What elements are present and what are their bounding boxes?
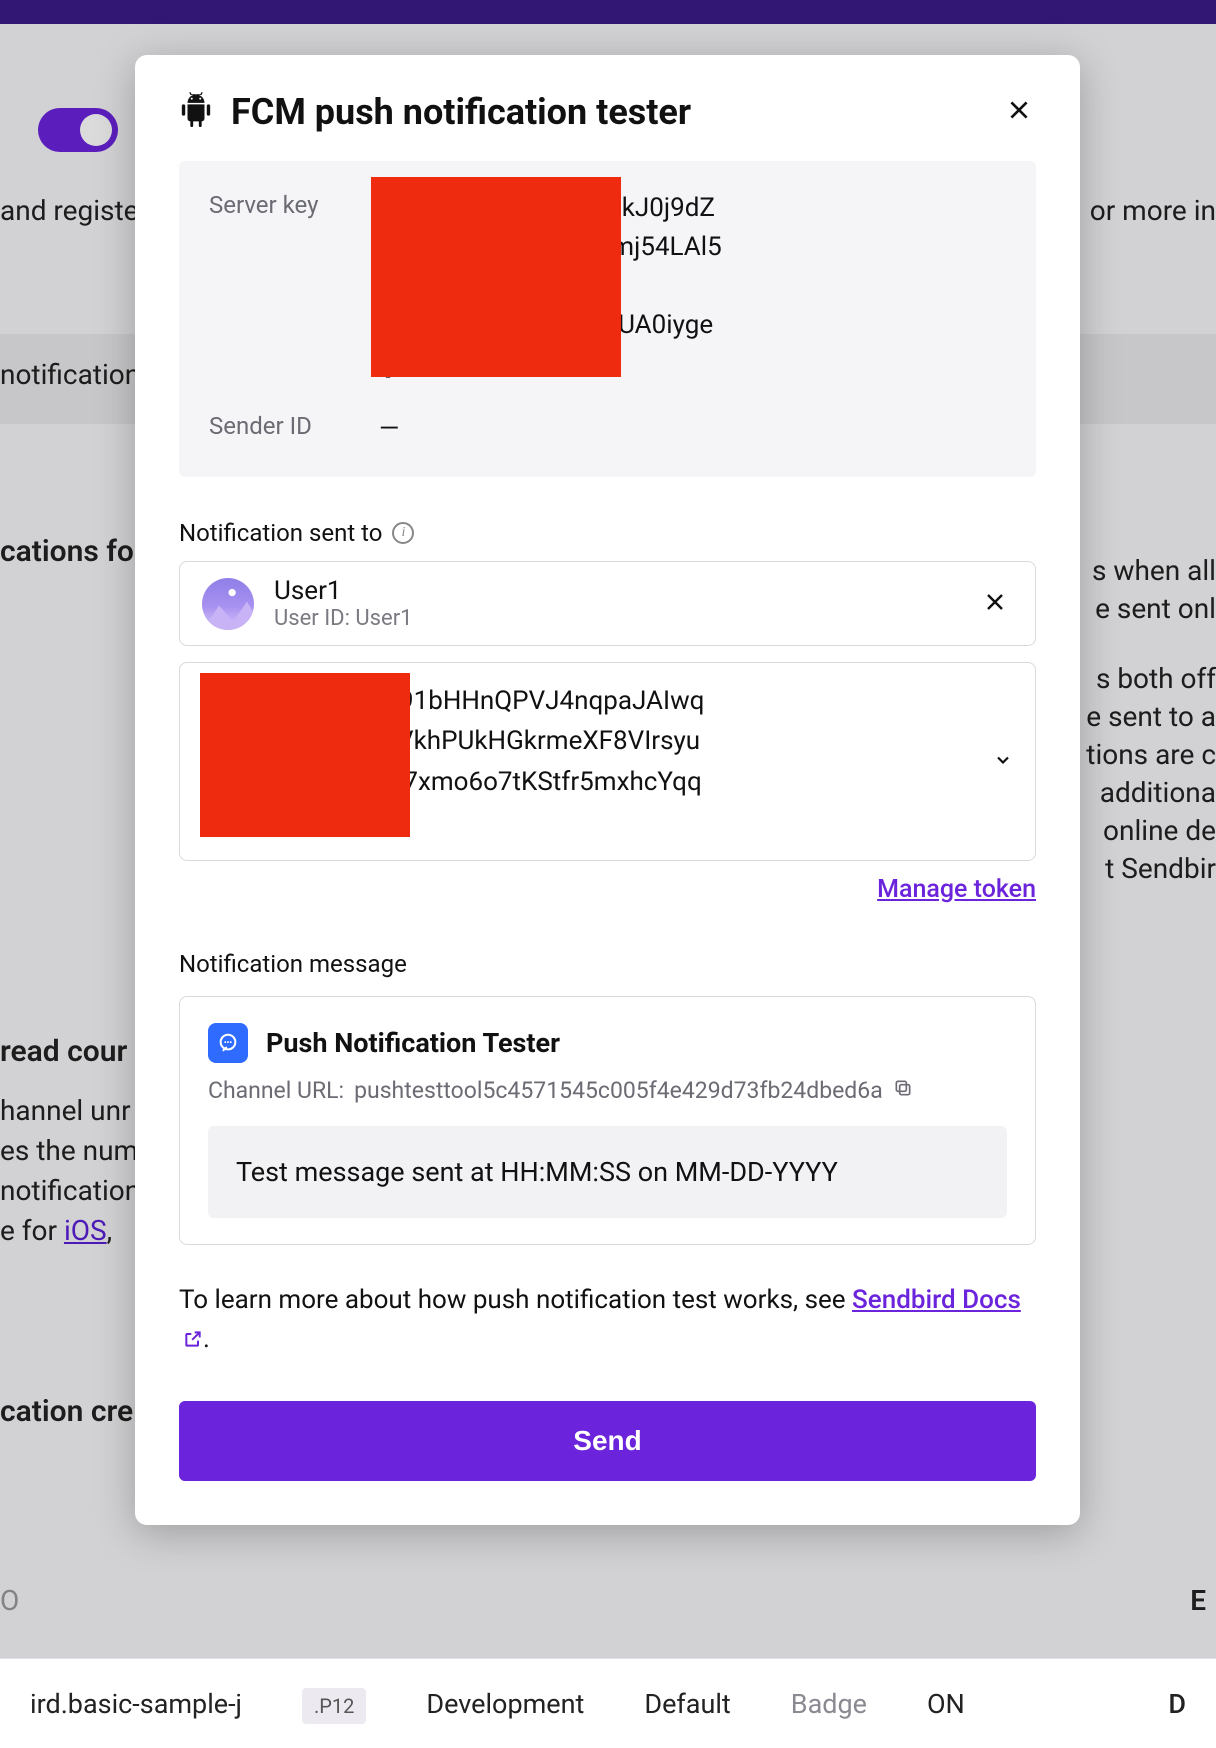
close-button[interactable] [1002, 93, 1036, 131]
redaction-block [200, 673, 410, 837]
user-name: User1 [274, 576, 413, 606]
row-tail-cell: D [1138, 1688, 1216, 1720]
modal-title-wrap: FCM push notification tester [179, 91, 691, 133]
chat-icon [208, 1023, 248, 1063]
modal-header: FCM push notification tester [179, 91, 1036, 133]
sent-to-label-text: Notification sent to [179, 519, 382, 547]
learn-more-prefix: To learn more about how push notificatio… [179, 1285, 852, 1315]
notification-message-card: Push Notification Tester Channel URL: pu… [179, 996, 1036, 1245]
chevron-down-icon [993, 750, 1013, 770]
app-name-cell: ird.basic-sample-j [0, 1688, 272, 1720]
android-icon [179, 91, 213, 133]
token-dropdown-toggle[interactable] [993, 750, 1013, 774]
learn-more-text: To learn more about how push notificatio… [179, 1281, 1036, 1361]
sent-to-label: Notification sent to i [179, 519, 1036, 547]
user-id-value: User1 [355, 606, 412, 631]
credentials-box: Server key 1bGdumVxF9BfQYeukJ0j9dZ q2Gp6… [179, 161, 1036, 477]
channel-url-value: pushtesttool5c4571545c005f4e429d73fb24db… [354, 1077, 883, 1104]
manage-token-wrap: Manage token [179, 875, 1036, 904]
user-id-prefix: User ID: [274, 606, 355, 631]
sender-id-value: — [379, 410, 399, 449]
sendbird-docs-link-text: Sendbird Docs [852, 1285, 1021, 1315]
sound-cell: Default [614, 1688, 760, 1720]
close-icon [983, 590, 1007, 614]
remove-user-button[interactable] [977, 584, 1013, 624]
message-card-title: Push Notification Tester [266, 1027, 560, 1059]
avatar [202, 578, 254, 630]
message-card-header: Push Notification Tester [208, 1023, 1007, 1063]
sender-id-label: Sender ID [209, 410, 349, 440]
badge-cell: Badge [761, 1688, 897, 1720]
channel-url-line: Channel URL: pushtesttool5c4571545c005f4… [208, 1077, 1007, 1104]
sender-id-row: Sender ID — [209, 410, 1006, 449]
fcm-tester-modal: FCM push notification tester Server key … [135, 55, 1080, 1525]
user-id: User ID: User1 [274, 606, 413, 631]
message-section-label-text: Notification message [179, 950, 407, 978]
env-cell: Development [396, 1688, 614, 1720]
message-body-preview: Test message sent at HH:MM:SS on MM-DD-Y… [208, 1126, 1007, 1218]
page-root: and register notification cations for or… [0, 0, 1216, 1748]
server-key-value: 1bGdumVxF9BfQYeukJ0j9dZ q2Gp6CzWtSxXNKYm… [379, 189, 722, 384]
credentials-table-row: ird.basic-sample-j .P12 Development Defa… [0, 1658, 1216, 1748]
message-section-label: Notification message [179, 950, 1036, 978]
copy-channel-url-button[interactable] [893, 1077, 913, 1104]
status-cell: ON [897, 1688, 995, 1720]
device-token-select[interactable]: uOTl2p39eB:APA91bHHnQPVJ4nqpaJAIwq MQ1w1… [179, 662, 1036, 861]
channel-url-label: Channel URL: [208, 1077, 344, 1104]
recipient-user-row: User1 User ID: User1 [179, 561, 1036, 646]
p12-pill: .P12 [302, 1688, 366, 1724]
server-key-row: Server key 1bGdumVxF9BfQYeukJ0j9dZ q2Gp6… [209, 189, 1006, 384]
info-icon[interactable]: i [392, 522, 414, 544]
close-icon [1006, 97, 1032, 123]
manage-token-link[interactable]: Manage token [877, 875, 1036, 904]
send-button[interactable]: Send [179, 1401, 1036, 1481]
server-key-label: Server key [209, 189, 349, 219]
learn-more-suffix: . [203, 1324, 210, 1354]
cert-type-cell: .P12 [272, 1688, 396, 1720]
user-meta: User1 User ID: User1 [274, 576, 413, 631]
external-link-icon [183, 1322, 203, 1361]
modal-title: FCM push notification tester [231, 91, 691, 133]
copy-icon [893, 1078, 913, 1098]
redaction-block [371, 177, 621, 377]
